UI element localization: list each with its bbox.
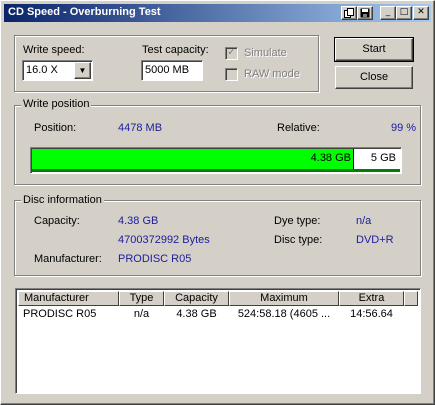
disc-information-title: Disc information <box>21 194 104 206</box>
manufacturer-value: PRODISC R05 <box>118 253 192 265</box>
position-label: Position: <box>34 122 77 134</box>
close-button[interactable]: Close <box>335 66 413 89</box>
column-header-maximum[interactable]: Maximum <box>229 291 339 306</box>
capacity-bytes-value: 4700372992 Bytes <box>118 234 210 246</box>
simulate-label: Simulate <box>244 47 287 59</box>
disc-type-label: Disc type: <box>274 234 323 246</box>
capacity-label: Capacity: <box>34 215 80 227</box>
window-title: CD Speed - Overburning Test <box>8 6 161 18</box>
test-capacity-input[interactable]: 5000 MB <box>141 60 203 81</box>
relative-label: Relative: <box>277 122 320 134</box>
title-bar[interactable]: CD Speed - Overburning Test _ □ ✕ <box>4 4 431 22</box>
dye-type-value: n/a <box>356 215 372 227</box>
column-header-label: Maximum <box>260 292 308 304</box>
write-speed-value: 16.0 X <box>26 64 58 76</box>
position-value: 4478 MB <box>118 122 163 134</box>
column-header-capacity[interactable]: Capacity <box>164 291 229 306</box>
relative-value: 99 % <box>391 122 417 134</box>
column-header-label: Type <box>129 292 154 304</box>
test-capacity-label: Test capacity: <box>142 44 209 56</box>
test-capacity-value: 5000 MB <box>145 64 190 76</box>
cell-extra: 14:56.64 <box>350 308 393 320</box>
simulate-checkbox[interactable]: ✓ <box>225 47 238 60</box>
write-speed-label: Write speed: <box>23 44 85 56</box>
progress-stripe <box>32 169 400 172</box>
dropdown-arrow-icon[interactable]: ▼ <box>74 62 91 79</box>
progress-total-label: 5 GB <box>370 152 396 164</box>
write-speed-select[interactable]: 16.0 X ▼ <box>22 60 93 81</box>
check-icon: ✓ <box>227 47 236 58</box>
cell-manufacturer: PRODISC R05 <box>23 308 97 320</box>
column-header-filler <box>404 291 418 306</box>
manufacturer-label: Manufacturer: <box>34 253 102 265</box>
column-header-manufacturer[interactable]: Manufacturer <box>18 291 119 306</box>
progress-fill <box>32 149 354 169</box>
raw-mode-label: RAW mode <box>244 68 300 80</box>
close-icon[interactable]: ✕ <box>413 6 429 20</box>
raw-mode-checkbox[interactable] <box>225 68 238 81</box>
column-header-extra[interactable]: Extra <box>339 291 404 306</box>
column-header-label: Manufacturer <box>24 292 89 304</box>
cell-type: n/a <box>133 308 150 320</box>
capacity-gb-value: 4.38 GB <box>118 215 159 227</box>
column-header-label: Capacity <box>175 292 218 304</box>
copy-icon[interactable] <box>341 6 357 20</box>
cell-capacity: 4.38 GB <box>176 308 217 320</box>
overburning-test-window: CD Speed - Overburning Test _ □ ✕ Write … <box>0 0 435 405</box>
disc-type-value: DVD+R <box>356 234 394 246</box>
save-icon[interactable] <box>357 6 373 20</box>
maximize-icon[interactable]: □ <box>396 6 412 20</box>
progress-used-label: 4.38 GB <box>310 152 351 164</box>
results-table[interactable]: Manufacturer Type Capacity Maximum Extra… <box>15 288 421 394</box>
column-header-type[interactable]: Type <box>119 291 164 306</box>
dye-type-label: Dye type: <box>274 215 321 227</box>
minimize-icon[interactable]: _ <box>380 6 396 20</box>
start-button[interactable]: Start <box>334 37 414 62</box>
write-progress-bar: 4.38 GB 5 GB <box>30 147 402 174</box>
write-position-title: Write position <box>21 98 92 110</box>
column-header-label: Extra <box>358 292 385 304</box>
cell-maximum: 524:58.18 (4605 ... <box>237 308 331 320</box>
